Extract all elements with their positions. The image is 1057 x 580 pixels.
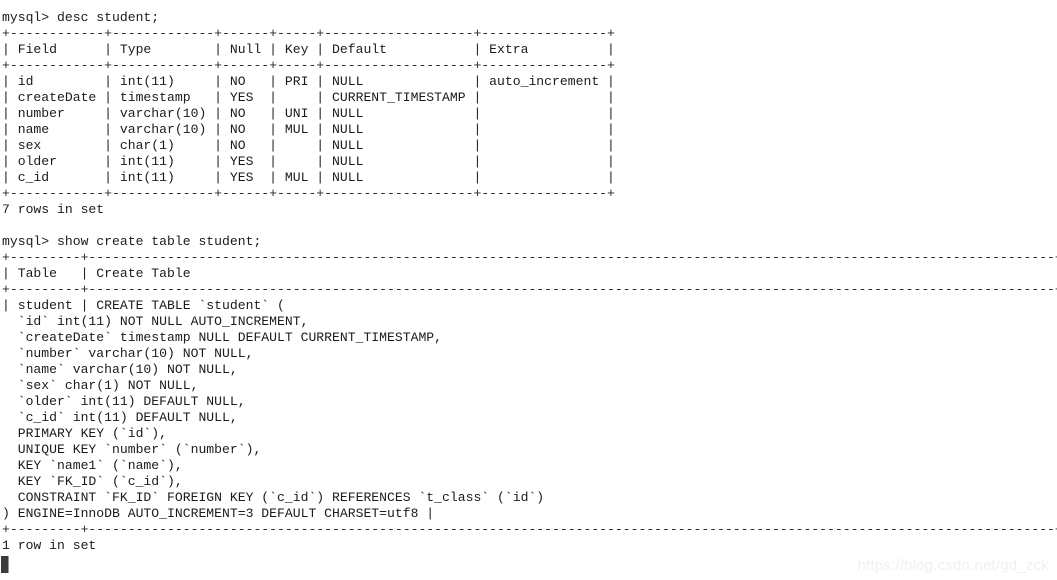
desc-table-row-createDate: | createDate | timestamp | YES | | CURRE… — [2, 90, 615, 105]
create-table-body-line-6: `sex` char(1) NOT NULL, — [2, 378, 199, 393]
create-table-body-line-13: CONSTRAINT `FK_ID` FOREIGN KEY (`c_id`) … — [2, 490, 545, 505]
create-table-header-rule: +---------+-----------------------------… — [2, 282, 1057, 297]
command-show-create-table: mysql> show create table student; — [2, 234, 262, 249]
watermark-text: https://blog.csdn.net/gd_zck — [857, 557, 1049, 574]
desc-table-row-number: | number | varchar(10) | NO | UNI | NULL… — [2, 106, 615, 121]
spacer-line-1 — [2, 218, 1057, 234]
command-desc-student: mysql> desc student; — [2, 10, 160, 25]
terminal-console[interactable]: mysql> desc student; +------------+------… — [0, 0, 1057, 580]
create-table-body-line-3: `createDate` timestamp NULL DEFAULT CURR… — [2, 330, 443, 345]
create-table-body-line-2: `id` int(11) NOT NULL AUTO_INCREMENT, — [2, 314, 309, 329]
create-table-body-line-7: `older` int(11) DEFAULT NULL, — [2, 394, 246, 409]
create-table-bottom-rule: +---------+-----------------------------… — [2, 522, 1057, 537]
create-table-body-line-11: KEY `name1` (`name`), — [2, 458, 183, 473]
desc-table-row-id: | id | int(11) | NO | PRI | NULL | auto_… — [2, 74, 615, 89]
create-table-body-line-10: UNIQUE KEY `number` (`number`), — [2, 442, 262, 457]
terminal-output: mysql> desc student; +------------+------… — [2, 10, 1057, 554]
text-cursor — [1, 556, 9, 573]
create-table-body-line-1: | student | CREATE TABLE `student` ( — [2, 298, 285, 313]
create-table-body-line-4: `number` varchar(10) NOT NULL, — [2, 346, 254, 361]
desc-table-header-rule: +------------+-------------+------+-----… — [2, 58, 615, 73]
desc-table-bottom-rule: +------------+-------------+------+-----… — [2, 186, 615, 201]
create-table-body-line-8: `c_id` int(11) DEFAULT NULL, — [2, 410, 238, 425]
desc-table-top-rule: +------------+-------------+------+-----… — [2, 26, 615, 41]
create-table-body-line-5: `name` varchar(10) NOT NULL, — [2, 362, 238, 377]
desc-table-row-name: | name | varchar(10) | NO | MUL | NULL |… — [2, 122, 615, 137]
create-table-body-line-9: PRIMARY KEY (`id`), — [2, 426, 168, 441]
desc-table-header-row: | Field | Type | Null | Key | Default | … — [2, 42, 615, 57]
desc-table-row-sex: | sex | char(1) | NO | | NULL | | — [2, 138, 615, 153]
create-result-footer: 1 row in set — [2, 538, 97, 553]
desc-table-row-older: | older | int(11) | YES | | NULL | | — [2, 154, 615, 169]
desc-table-row-c_id: | c_id | int(11) | YES | MUL | NULL | | — [2, 170, 615, 185]
create-table-body-line-14: ) ENGINE=InnoDB AUTO_INCREMENT=3 DEFAULT… — [2, 506, 435, 521]
create-table-body-line-12: KEY `FK_ID` (`c_id`), — [2, 474, 183, 489]
create-table-top-rule: +---------+-----------------------------… — [2, 250, 1057, 265]
create-table-header-row: | Table | Create Table — [2, 266, 191, 281]
desc-result-footer: 7 rows in set — [2, 202, 105, 217]
